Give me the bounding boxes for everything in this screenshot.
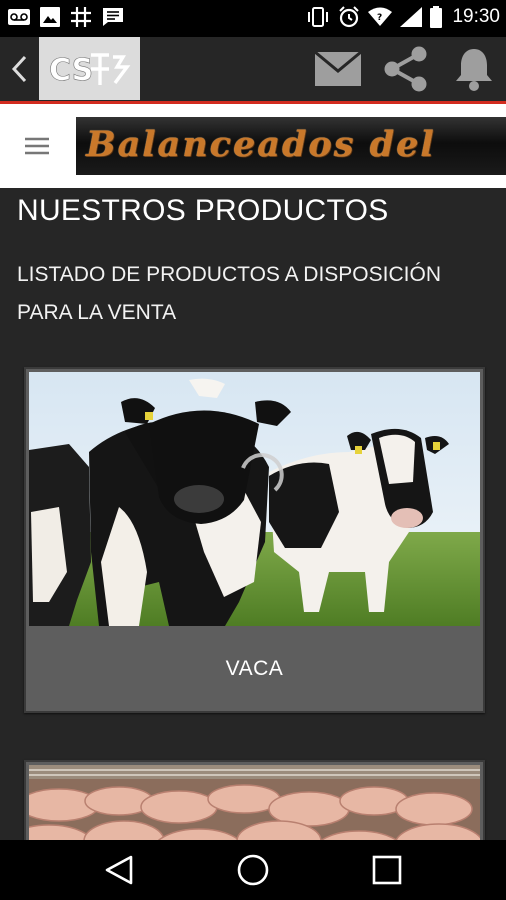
home-nav-button[interactable] [231,850,275,890]
message-icon [103,8,123,26]
alarm-icon [339,6,360,28]
vibrate-icon [308,7,329,27]
banner-text: Balanceados del [86,124,436,165]
bell-icon [456,49,492,91]
app-toolbar: CS [0,37,506,102]
product-label: VACA [225,657,284,680]
back-button[interactable] [4,51,34,87]
cows-illustration [29,372,480,626]
notifications-button[interactable] [448,45,500,93]
grid-app-icon [71,7,91,27]
share-button[interactable] [380,45,432,93]
brand-banner: Balanceados del [76,117,506,175]
voicemail-icon [8,9,30,25]
share-icon [384,46,427,92]
status-bar: ? 19:30 [0,0,506,37]
notification-icons [8,6,124,28]
logo-mark: CS [48,52,130,88]
recents-square-icon [372,855,402,885]
system-navigation-bar [0,840,506,900]
back-nav-button[interactable] [97,850,141,890]
clock: 19:30 [452,6,500,27]
system-icons: ? 19:30 [306,6,500,28]
back-triangle-icon [105,855,133,885]
recents-nav-button[interactable] [365,850,409,890]
image-icon [40,7,60,27]
signal-icon [400,7,423,27]
chevron-left-icon [11,55,27,83]
svg-text:?: ? [377,13,382,23]
home-circle-icon [237,854,269,886]
nav-bar: Balanceados del [0,104,506,188]
page-subtitle: LISTADO DE PRODUCTOS A DISPOSICIÓN PARA … [17,263,441,324]
battery-icon [430,6,443,28]
wifi-icon: ? [368,7,393,26]
app-logo[interactable]: CS [39,37,140,100]
mail-button[interactable] [312,45,364,93]
svg-text:CS: CS [49,53,93,88]
product-card-vaca[interactable]: VACA [24,367,485,713]
product-image-cows [29,372,480,626]
mail-icon [314,51,362,86]
menu-button[interactable] [20,134,54,158]
hamburger-menu-icon [25,137,49,155]
page-title: NUESTROS PRODUCTOS [17,194,389,227]
